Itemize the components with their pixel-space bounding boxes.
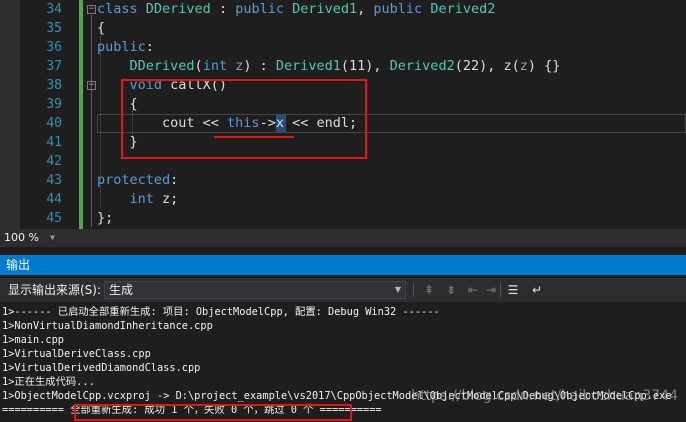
output-line: 1>VirtualDerivedDiamondClass.cpp (2, 362, 201, 374)
zoom-level[interactable]: 100 % (4, 229, 39, 247)
editor-margin (0, 0, 20, 229)
clear-all-output-icon[interactable]: ☰ (504, 281, 522, 299)
output-line: 1>正在生成代码... (2, 376, 95, 388)
code-line[interactable]: class DDerived : public Derived1, public… (97, 0, 495, 19)
code-token: Derived1 (292, 1, 358, 17)
code-token: public (235, 1, 293, 17)
code-token: class (97, 1, 146, 17)
toolbar-separator (500, 283, 501, 297)
line-number: 43 (46, 173, 62, 188)
code-token: z; (162, 191, 179, 207)
change-tracking-bar (79, 0, 83, 229)
code-token: Derived2 (430, 1, 496, 17)
code-token: public (97, 39, 146, 55)
output-line: 1>NonVirtualDiamondInheritance.cpp (2, 320, 213, 332)
line-number: 38 (46, 78, 62, 93)
code-token: int (202, 58, 236, 74)
code-token: int (97, 191, 163, 207)
line-number: 37 (46, 59, 62, 74)
chevron-down-icon[interactable]: ▼ (50, 229, 55, 247)
code-token: }; (97, 210, 114, 226)
toolbar-separator (413, 283, 414, 297)
highlight-box-callx (121, 79, 367, 159)
output-line: 1>main.cpp (2, 334, 64, 346)
output-source-select[interactable]: 生成 ▼ (104, 281, 406, 299)
code-token: (11), (340, 58, 390, 74)
code-line[interactable]: { (97, 19, 105, 38)
highlight-box-build-summary (74, 404, 352, 421)
line-number: 35 (46, 21, 62, 36)
line-number: 45 (46, 211, 62, 226)
underline-this-x (214, 136, 294, 138)
code-token: : (170, 172, 179, 188)
code-token: Derived2 (389, 58, 455, 74)
code-token: ( (194, 58, 203, 74)
code-token: public (373, 1, 431, 17)
output-source-label: 显示输出来源(S): (8, 283, 102, 297)
code-line[interactable]: DDerived(int z ) : Derived1(11), Derived2… (97, 57, 561, 76)
line-number: 41 (46, 135, 62, 150)
code-token: z (519, 58, 528, 74)
editor-status-bar: 100 % ▼ (0, 229, 686, 247)
output-panel-title-bar: 输出 (0, 255, 686, 275)
output-source-value: 生成 (109, 283, 134, 297)
code-token: : (145, 39, 154, 55)
code-token: ) : (243, 58, 276, 74)
code-line[interactable]: protected: (97, 171, 178, 190)
fold-toggle-icon[interactable]: − (87, 81, 96, 90)
code-token: : (210, 1, 236, 17)
code-line[interactable]: int z; (97, 190, 179, 209)
fold-line (91, 15, 92, 227)
line-number: 40 (46, 116, 62, 131)
go-to-next-message-icon[interactable]: ⇟ (442, 281, 460, 299)
toggle-word-wrap-icon[interactable]: ↵ (528, 281, 546, 299)
output-line: 1>------ 已启动全部重新生成: 项目: ObjectModelCpp, … (2, 306, 440, 318)
line-number: 44 (46, 192, 62, 207)
code-token: , (357, 1, 374, 17)
line-number: 34 (46, 2, 62, 17)
find-message-icon[interactable]: ⇥ (482, 281, 500, 299)
line-number: 39 (46, 97, 62, 112)
fold-toggle-icon[interactable]: − (87, 5, 96, 14)
output-toolbar: 显示输出来源(S): 生成 ▼ ⇞ ⇟ ⇤ ⇥ ☰ ↵ (0, 278, 686, 302)
code-token: (22), z( (454, 58, 520, 74)
code-token: DDerived (145, 1, 211, 17)
watermark: https://blog.csdn.net/haibozhuan3744 (411, 388, 678, 404)
output-line: 1>VirtualDeriveClass.cpp (2, 348, 151, 360)
code-editor[interactable]: − − class DDerived : public Derived1, pu… (0, 0, 686, 229)
clear-all-icon[interactable]: ⇤ (464, 281, 482, 299)
code-line[interactable]: }; (97, 209, 113, 228)
code-token: protected (97, 172, 171, 188)
code-token: ) {} (527, 58, 561, 74)
code-line[interactable]: public: (97, 38, 154, 57)
line-number: 36 (46, 40, 62, 55)
chevron-down-icon: ▼ (394, 285, 401, 294)
output-panel-title: 输出 (6, 258, 31, 272)
line-number: 42 (46, 154, 62, 169)
code-token: { (97, 20, 106, 36)
go-to-previous-message-icon[interactable]: ⇞ (420, 281, 438, 299)
code-token: DDerived (97, 58, 195, 74)
code-token: Derived1 (275, 58, 341, 74)
